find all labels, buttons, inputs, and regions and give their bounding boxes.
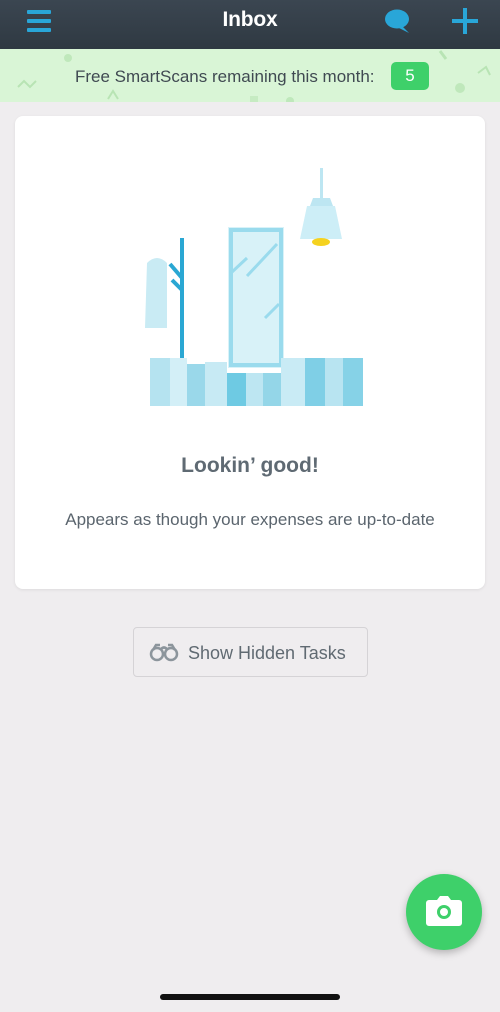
chat-bubble-icon[interactable] — [382, 8, 412, 34]
camera-fab-button[interactable] — [406, 874, 482, 950]
smartscan-banner: Free SmartScans remaining this month: 5 — [0, 49, 500, 102]
smartscan-count-badge: 5 — [391, 62, 429, 90]
smartscan-remaining-text: Free SmartScans remaining this month: — [75, 67, 375, 86]
empty-state-message: Appears as though your expenses are up-t… — [65, 510, 435, 529]
show-hidden-tasks-button[interactable]: Show Hidden Tasks — [133, 627, 368, 677]
camera-icon — [426, 896, 462, 926]
show-hidden-tasks-label: Show Hidden Tasks — [188, 643, 346, 663]
binoculars-icon — [149, 643, 179, 668]
top-bar: Inbox — [0, 0, 500, 49]
empty-state-card: Lookin’ good! Appears as though your exp… — [15, 116, 485, 589]
plus-icon[interactable] — [450, 6, 480, 36]
coat-rack-mirror-lamp-illustration — [145, 168, 363, 406]
empty-state-heading: Lookin’ good! — [181, 454, 319, 477]
home-indicator — [160, 994, 340, 1000]
page-title: Inbox — [222, 8, 278, 31]
